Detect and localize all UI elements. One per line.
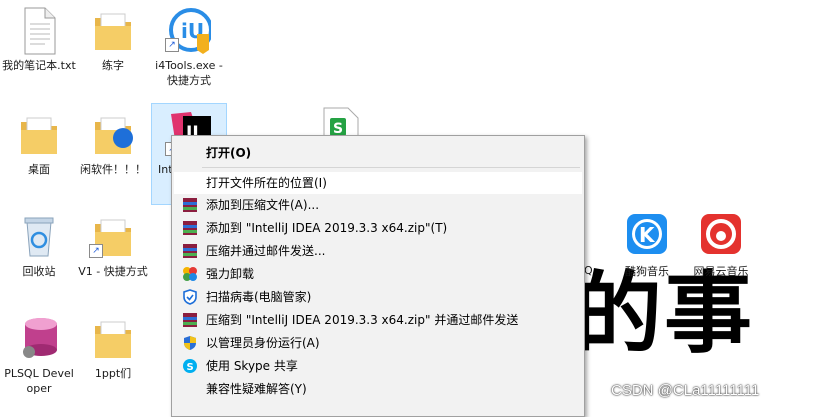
text-file-icon <box>24 7 56 55</box>
desktop-icon-label: i4Tools.exe - 快捷方式 <box>155 59 223 87</box>
shortcut-arrow-icon: ↗ <box>165 38 179 52</box>
desktop-icon-label: 酷狗音乐 <box>625 265 669 278</box>
desktop-icon-label-partial: Q <box>584 264 593 277</box>
database-icon <box>23 318 57 358</box>
desktop-icon-label: 回收站 <box>22 265 56 278</box>
menu-item-label: 强力卸载 <box>206 267 255 281</box>
desktop-icon-label: 练字 <box>102 59 124 72</box>
winrar-icon <box>183 313 197 327</box>
menu-item-label: 添加到 "IntelliJ IDEA 2019.3.3 x64.zip"(T) <box>206 221 448 235</box>
desktop-icon-lianzi-folder[interactable]: 练字 <box>76 0 150 100</box>
menu-item-share-skype[interactable]: S 使用 Skype 共享 <box>174 355 582 377</box>
desktop-icon-label: 桌面 <box>28 163 50 176</box>
desktop-icon-v1-shortcut[interactable]: ↗ V1 - 快捷方式 <box>76 206 150 306</box>
menu-item-open[interactable]: 打开(O) <box>174 142 582 164</box>
menu-item-force-uninstall[interactable]: 强力卸载 <box>174 263 582 285</box>
menu-item-add-to-archive[interactable]: 添加到压缩文件(A)... <box>174 194 582 216</box>
desktop-icon-label: PLSQL Developer <box>4 367 74 395</box>
menu-item-label: 添加到压缩文件(A)... <box>206 198 320 212</box>
folder-icon <box>95 117 133 154</box>
desktop: 的事 我的笔记本.txt 桌面 回收站 PLSQL Developer 练字 闲… <box>0 0 830 417</box>
folder-icon <box>21 117 57 154</box>
desktop-icon-label: 我的笔记本.txt <box>2 59 76 72</box>
menu-item-label: 压缩并通过邮件发送... <box>206 244 326 258</box>
desktop-icon-label: V1 - 快捷方式 <box>78 265 148 278</box>
menu-item-label: 压缩到 "IntelliJ IDEA 2019.3.3 x64.zip" 并通过… <box>206 313 519 327</box>
menu-item-scan-virus[interactable]: 扫描病毒(电脑管家) <box>174 286 582 308</box>
folder-icon <box>95 321 131 358</box>
desktop-icon-netease-music[interactable]: 网易云音乐 <box>684 206 760 306</box>
folder-icon <box>95 13 131 50</box>
shortcut-arrow-icon: ↗ <box>89 244 103 258</box>
desktop-icon-desktop-folder[interactable]: 桌面 <box>2 104 76 204</box>
desktop-icon-plsql[interactable]: PLSQL Developer <box>2 308 76 408</box>
desktop-icon-software-folder[interactable]: 闲软件！！！ <box>76 104 150 204</box>
menu-item-label: 兼容性疑难解答(Y) <box>206 382 307 396</box>
menu-separator <box>202 167 580 168</box>
menu-item-run-as-admin[interactable]: 以管理员身份运行(A) <box>174 332 582 354</box>
uninstall-icon <box>183 267 197 281</box>
skype-icon: S <box>183 359 197 373</box>
kugou-music-icon: K <box>627 214 667 254</box>
menu-item-label: 打开文件所在的位置(I) <box>206 176 327 190</box>
winrar-icon <box>183 198 197 212</box>
csdn-watermark: CSDN @CLa11111111 <box>611 382 760 399</box>
menu-item-label: 打开(O) <box>206 146 252 160</box>
menu-item-compress-zip-and-email[interactable]: 压缩到 "IntelliJ IDEA 2019.3.3 x64.zip" 并通过… <box>174 309 582 331</box>
menu-item-compatibility-troubleshoot[interactable]: 兼容性疑难解答(Y) <box>174 378 582 400</box>
winrar-icon <box>183 221 197 235</box>
context-menu: 打开(O) 打开文件所在的位置(I) 添加到压缩文件(A)... 添加到 "In… <box>171 135 585 417</box>
menu-item-label: 以管理员身份运行(A) <box>206 336 320 350</box>
shield-icon <box>183 289 197 305</box>
svg-text:S: S <box>187 362 194 373</box>
svg-text:K: K <box>639 223 656 247</box>
menu-item-label: 使用 Skype 共享 <box>206 359 298 373</box>
desktop-icon-notebook-txt[interactable]: 我的笔记本.txt <box>2 0 76 100</box>
uac-shield-icon <box>184 336 196 350</box>
desktop-icon-i4tools[interactable]: iU ↗ i4Tools.exe - 快捷方式 <box>152 0 226 100</box>
desktop-icon-label: 网易云音乐 <box>693 265 749 278</box>
netease-music-icon <box>701 214 741 254</box>
desktop-icon-kugou[interactable]: K 酷狗音乐 <box>610 206 682 306</box>
menu-item-compress-and-email[interactable]: 压缩并通过邮件发送... <box>174 240 582 262</box>
winrar-icon <box>183 244 197 258</box>
desktop-icon-label: 1ppt们 <box>94 367 132 380</box>
recycle-bin-icon <box>24 217 54 257</box>
desktop-icon-recycle-bin[interactable]: 回收站 <box>2 206 76 306</box>
menu-item-open-file-location[interactable]: 打开文件所在的位置(I) <box>174 172 582 194</box>
desktop-icon-ppt-folder[interactable]: 1ppt们 <box>76 308 150 408</box>
desktop-icon-label: 闲软件！！！ <box>80 163 146 176</box>
menu-item-add-to-zip[interactable]: 添加到 "IntelliJ IDEA 2019.3.3 x64.zip"(T) <box>174 217 582 239</box>
menu-item-label: 扫描病毒(电脑管家) <box>206 290 312 304</box>
